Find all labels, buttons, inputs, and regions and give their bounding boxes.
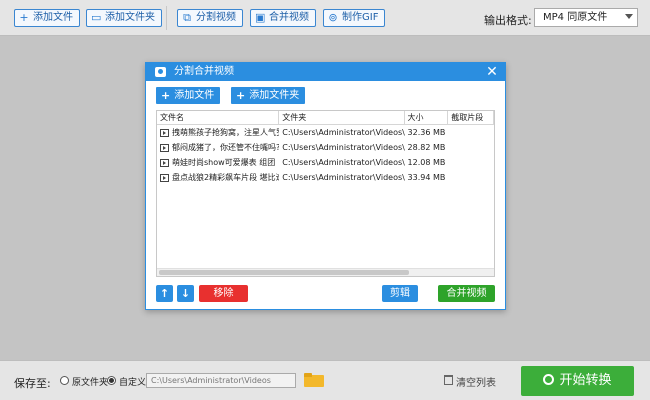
original-folder-label: 原文件夹 — [72, 378, 109, 388]
move-down-button[interactable]: ↓ — [177, 285, 194, 302]
move-up-button[interactable]: ↑ — [156, 285, 173, 302]
column-header-folder[interactable]: 文件夹 — [279, 111, 405, 124]
bottom-bar: 保存至: 原文件夹 自定义 清空列表 开始转换 — [0, 360, 650, 400]
clip-cell — [448, 140, 494, 155]
table-row[interactable]: 萌娃时尚show可爱爆表 组团 C:\Users\Administrator\V… — [157, 155, 494, 170]
folder-cell: C:\Users\Administrator\Videos\ — [282, 143, 405, 152]
file-name-cell: 郁闷成猪了，你还管不住嘴吗? — [157, 140, 279, 155]
clip-cell — [448, 125, 494, 140]
table-row[interactable]: 拽萌熊孩子抢狗窝，注星人气罗 C:\Users\Administrator\Vi… — [157, 125, 494, 140]
folder-cell: C:\Users\Administrator\Videos\ — [282, 173, 405, 182]
split-icon: ⧉ — [183, 11, 191, 24]
table-header: 文件名 文件夹 大小 截取片段 — [157, 111, 494, 125]
video-file-icon — [160, 143, 169, 152]
save-path-field[interactable] — [146, 373, 296, 388]
column-header-size[interactable]: 大小 — [405, 111, 449, 124]
start-convert-button[interactable]: 开始转换 — [521, 366, 634, 396]
dialog-add-file-button[interactable]: + 添加文件 — [156, 87, 221, 104]
folder-cell: C:\Users\Administrator\Videos\ — [282, 128, 405, 137]
dialog-add-folder-button[interactable]: + 添加文件夹 — [231, 87, 306, 104]
folder-icon: ▭ — [91, 11, 102, 24]
size-cell: 32.36 MB — [407, 128, 446, 137]
add-folder-button[interactable]: ▭ 添加文件夹 — [86, 9, 162, 27]
dialog-title: 分割合并视频 — [174, 66, 234, 77]
file-name-cell: 萌娃时尚show可爱爆表 组团 — [157, 155, 279, 170]
video-file-icon — [160, 173, 169, 182]
video-file-icon — [160, 158, 169, 167]
size-cell: 33.94 MB — [407, 173, 446, 182]
folder-tab — [304, 373, 312, 377]
file-name-cell: 盘点战狼2精彩飙车片段 堪比速 — [157, 170, 279, 185]
column-header-filename[interactable]: 文件名 — [157, 111, 280, 124]
edit-button[interactable]: 剪辑 — [382, 285, 418, 302]
clip-cell — [448, 170, 494, 185]
merge-video-button[interactable]: ▣ 合并视频 — [250, 9, 316, 27]
clip-cell — [448, 155, 494, 170]
make-gif-button[interactable]: ⊚ 制作GIF — [323, 9, 386, 27]
table-row[interactable]: 郁闷成猪了，你还管不住嘴吗? C:\Users\Administrator\Vi… — [157, 140, 494, 155]
split-video-button[interactable]: ⧉ 分割视频 — [177, 9, 243, 27]
original-folder-radio[interactable] — [60, 376, 69, 385]
plus-icon: + — [19, 11, 29, 24]
size-cell: 12.08 MB — [407, 158, 446, 167]
size-cell: 28.82 MB — [407, 143, 446, 152]
dialog-title-bar: 分割合并视频 ✕ — [146, 63, 505, 81]
gif-icon: ⊚ — [328, 11, 338, 24]
top-toolbar: + 添加文件 ▭ 添加文件夹 ⧉ 分割视频 ▣ 合并视频 ⊚ 制作GIF 输出格… — [0, 0, 650, 36]
arrow-down-icon: ↓ — [180, 287, 191, 300]
video-file-icon — [160, 128, 169, 137]
column-header-clip[interactable]: 截取片段 — [448, 111, 494, 124]
arrow-up-icon: ↑ — [159, 287, 170, 300]
save-to-label: 保存至: — [14, 377, 51, 390]
trash-icon[interactable] — [444, 375, 453, 385]
merge-button[interactable]: 合并视频 — [438, 285, 495, 302]
output-format-label: 输出格式: — [484, 14, 532, 27]
table-row[interactable]: 盘点战狼2精彩飙车片段 堪比速 C:\Users\Administrator\V… — [157, 170, 494, 185]
browse-folder-icon[interactable] — [304, 373, 324, 387]
dropdown-arrow-icon — [625, 14, 633, 19]
add-file-button[interactable]: + 添加文件 — [14, 9, 80, 27]
custom-folder-radio[interactable] — [107, 376, 116, 385]
app-logo-icon — [155, 67, 166, 77]
plus-icon: + — [161, 89, 171, 102]
horizontal-scrollbar[interactable] — [157, 268, 494, 276]
output-format-select[interactable]: MP4 同原文件 — [534, 8, 638, 27]
custom-folder-label: 自定义 — [119, 378, 147, 388]
close-icon[interactable]: ✕ — [485, 63, 499, 81]
file-name-cell: 拽萌熊孩子抢狗窝，注星人气罗 — [157, 125, 279, 140]
folder-cell: C:\Users\Administrator\Videos\ — [282, 158, 405, 167]
clear-list-button[interactable]: 清空列表 — [456, 374, 496, 389]
merge-icon: ▣ — [255, 11, 266, 24]
file-list-table: 文件名 文件夹 大小 截取片段 拽萌熊孩子抢狗窝，注星人气罗 C:\Users\… — [156, 110, 495, 277]
split-merge-dialog: 分割合并视频 ✕ + 添加文件 + 添加文件夹 文件名 文件夹 大小 截取片段 … — [145, 62, 506, 310]
plus-icon: + — [236, 89, 246, 102]
toolbar-divider — [166, 6, 167, 30]
remove-button[interactable]: 移除 — [199, 285, 248, 302]
start-icon — [543, 374, 555, 385]
scrollbar-thumb[interactable] — [159, 270, 409, 275]
